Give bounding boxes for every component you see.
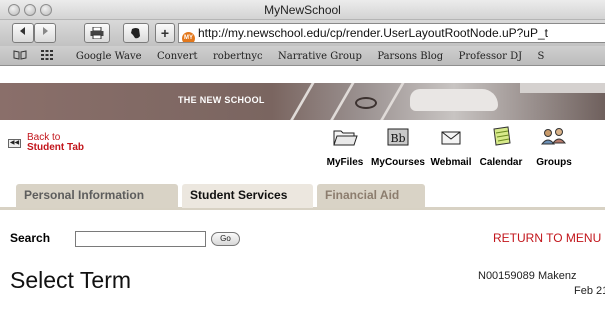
folder-icon — [333, 130, 358, 146]
webmail-label: Webmail — [430, 157, 472, 168]
banner-cyclist-image — [355, 97, 377, 109]
add-bookmark-button[interactable]: + — [155, 23, 175, 43]
bookmarks-bar: Google Wave Convert robertnyc Narrative … — [0, 46, 605, 66]
envelope-icon — [441, 131, 461, 145]
blackboard-icon: Bb — [387, 128, 409, 146]
page-title: Select Term — [10, 267, 132, 293]
current-date: Feb 21 — [574, 285, 605, 297]
back-button[interactable] — [12, 23, 34, 43]
print-button[interactable] — [84, 23, 110, 43]
return-to-menu-link[interactable]: RETURN TO MENU — [493, 231, 601, 245]
tab-student-services[interactable]: Student Services — [182, 184, 313, 208]
printer-icon — [90, 26, 104, 40]
banner-car-image — [410, 89, 498, 111]
url-text: http://my.newschool.edu/cp/render.UserLa… — [198, 26, 548, 40]
myfiles-link[interactable]: MyFiles — [322, 125, 368, 168]
top-sites-grid-icon[interactable] — [41, 47, 54, 65]
svg-text:Bb: Bb — [390, 132, 405, 145]
go-button[interactable]: Go — [211, 232, 240, 246]
calendar-label: Calendar — [479, 157, 523, 168]
back-arrow-icon — [20, 27, 25, 35]
webmail-link[interactable]: Webmail — [428, 125, 474, 168]
url-field[interactable]: MY http://my.newschool.edu/cp/render.User… — [178, 23, 605, 43]
student-id-name: N00159089 Makenz — [478, 270, 577, 282]
tab-financial-aid[interactable]: Financial Aid — [317, 184, 425, 208]
people-icon — [540, 128, 567, 145]
evernote-icon — [131, 28, 140, 39]
calendar-link[interactable]: Calendar — [476, 125, 526, 168]
bookmark-parsons-blog[interactable]: Parsons Blog — [377, 47, 443, 65]
myfiles-label: MyFiles — [326, 157, 364, 168]
browser-toolbar: + MY http://my.newschool.edu/cp/render.Us… — [0, 20, 605, 46]
site-favicon-icon: MY — [182, 32, 195, 42]
bookmarks-book-icon[interactable] — [13, 47, 27, 65]
search-input[interactable] — [75, 231, 206, 247]
mycourses-link[interactable]: Bb MyCourses — [370, 125, 426, 168]
bookmark-narrative-group[interactable]: Narrative Group — [278, 47, 362, 65]
evernote-button[interactable] — [123, 23, 149, 43]
back-link-line2: Student Tab — [27, 142, 85, 153]
bookmark-overflow[interactable]: S — [538, 47, 545, 65]
search-label: Search — [10, 231, 51, 245]
rewind-icon[interactable]: ◀◀ — [8, 139, 21, 148]
bookmark-convert[interactable]: Convert — [157, 47, 197, 65]
forward-button[interactable] — [34, 23, 56, 43]
groups-label: Groups — [536, 157, 572, 168]
tab-personal-information[interactable]: Personal Information — [16, 184, 178, 208]
site-banner: THE NEW SCHOOL — [0, 83, 605, 120]
window-titlebar: MyNewSchool — [0, 0, 605, 20]
bookmark-robertnyc[interactable]: robertnyc — [213, 47, 263, 65]
calendar-icon — [493, 126, 511, 146]
new-school-logo: THE NEW SCHOOL — [178, 95, 265, 105]
bookmark-professor-dj[interactable]: Professor DJ — [459, 47, 522, 65]
mycourses-label: MyCourses — [371, 157, 425, 168]
back-to-student-tab-link[interactable]: Back to Student Tab — [27, 133, 84, 153]
window-title: MyNewSchool — [264, 3, 341, 17]
groups-link[interactable]: Groups — [531, 125, 577, 168]
bookmark-google-wave[interactable]: Google Wave — [76, 47, 142, 65]
forward-arrow-icon — [43, 27, 48, 35]
